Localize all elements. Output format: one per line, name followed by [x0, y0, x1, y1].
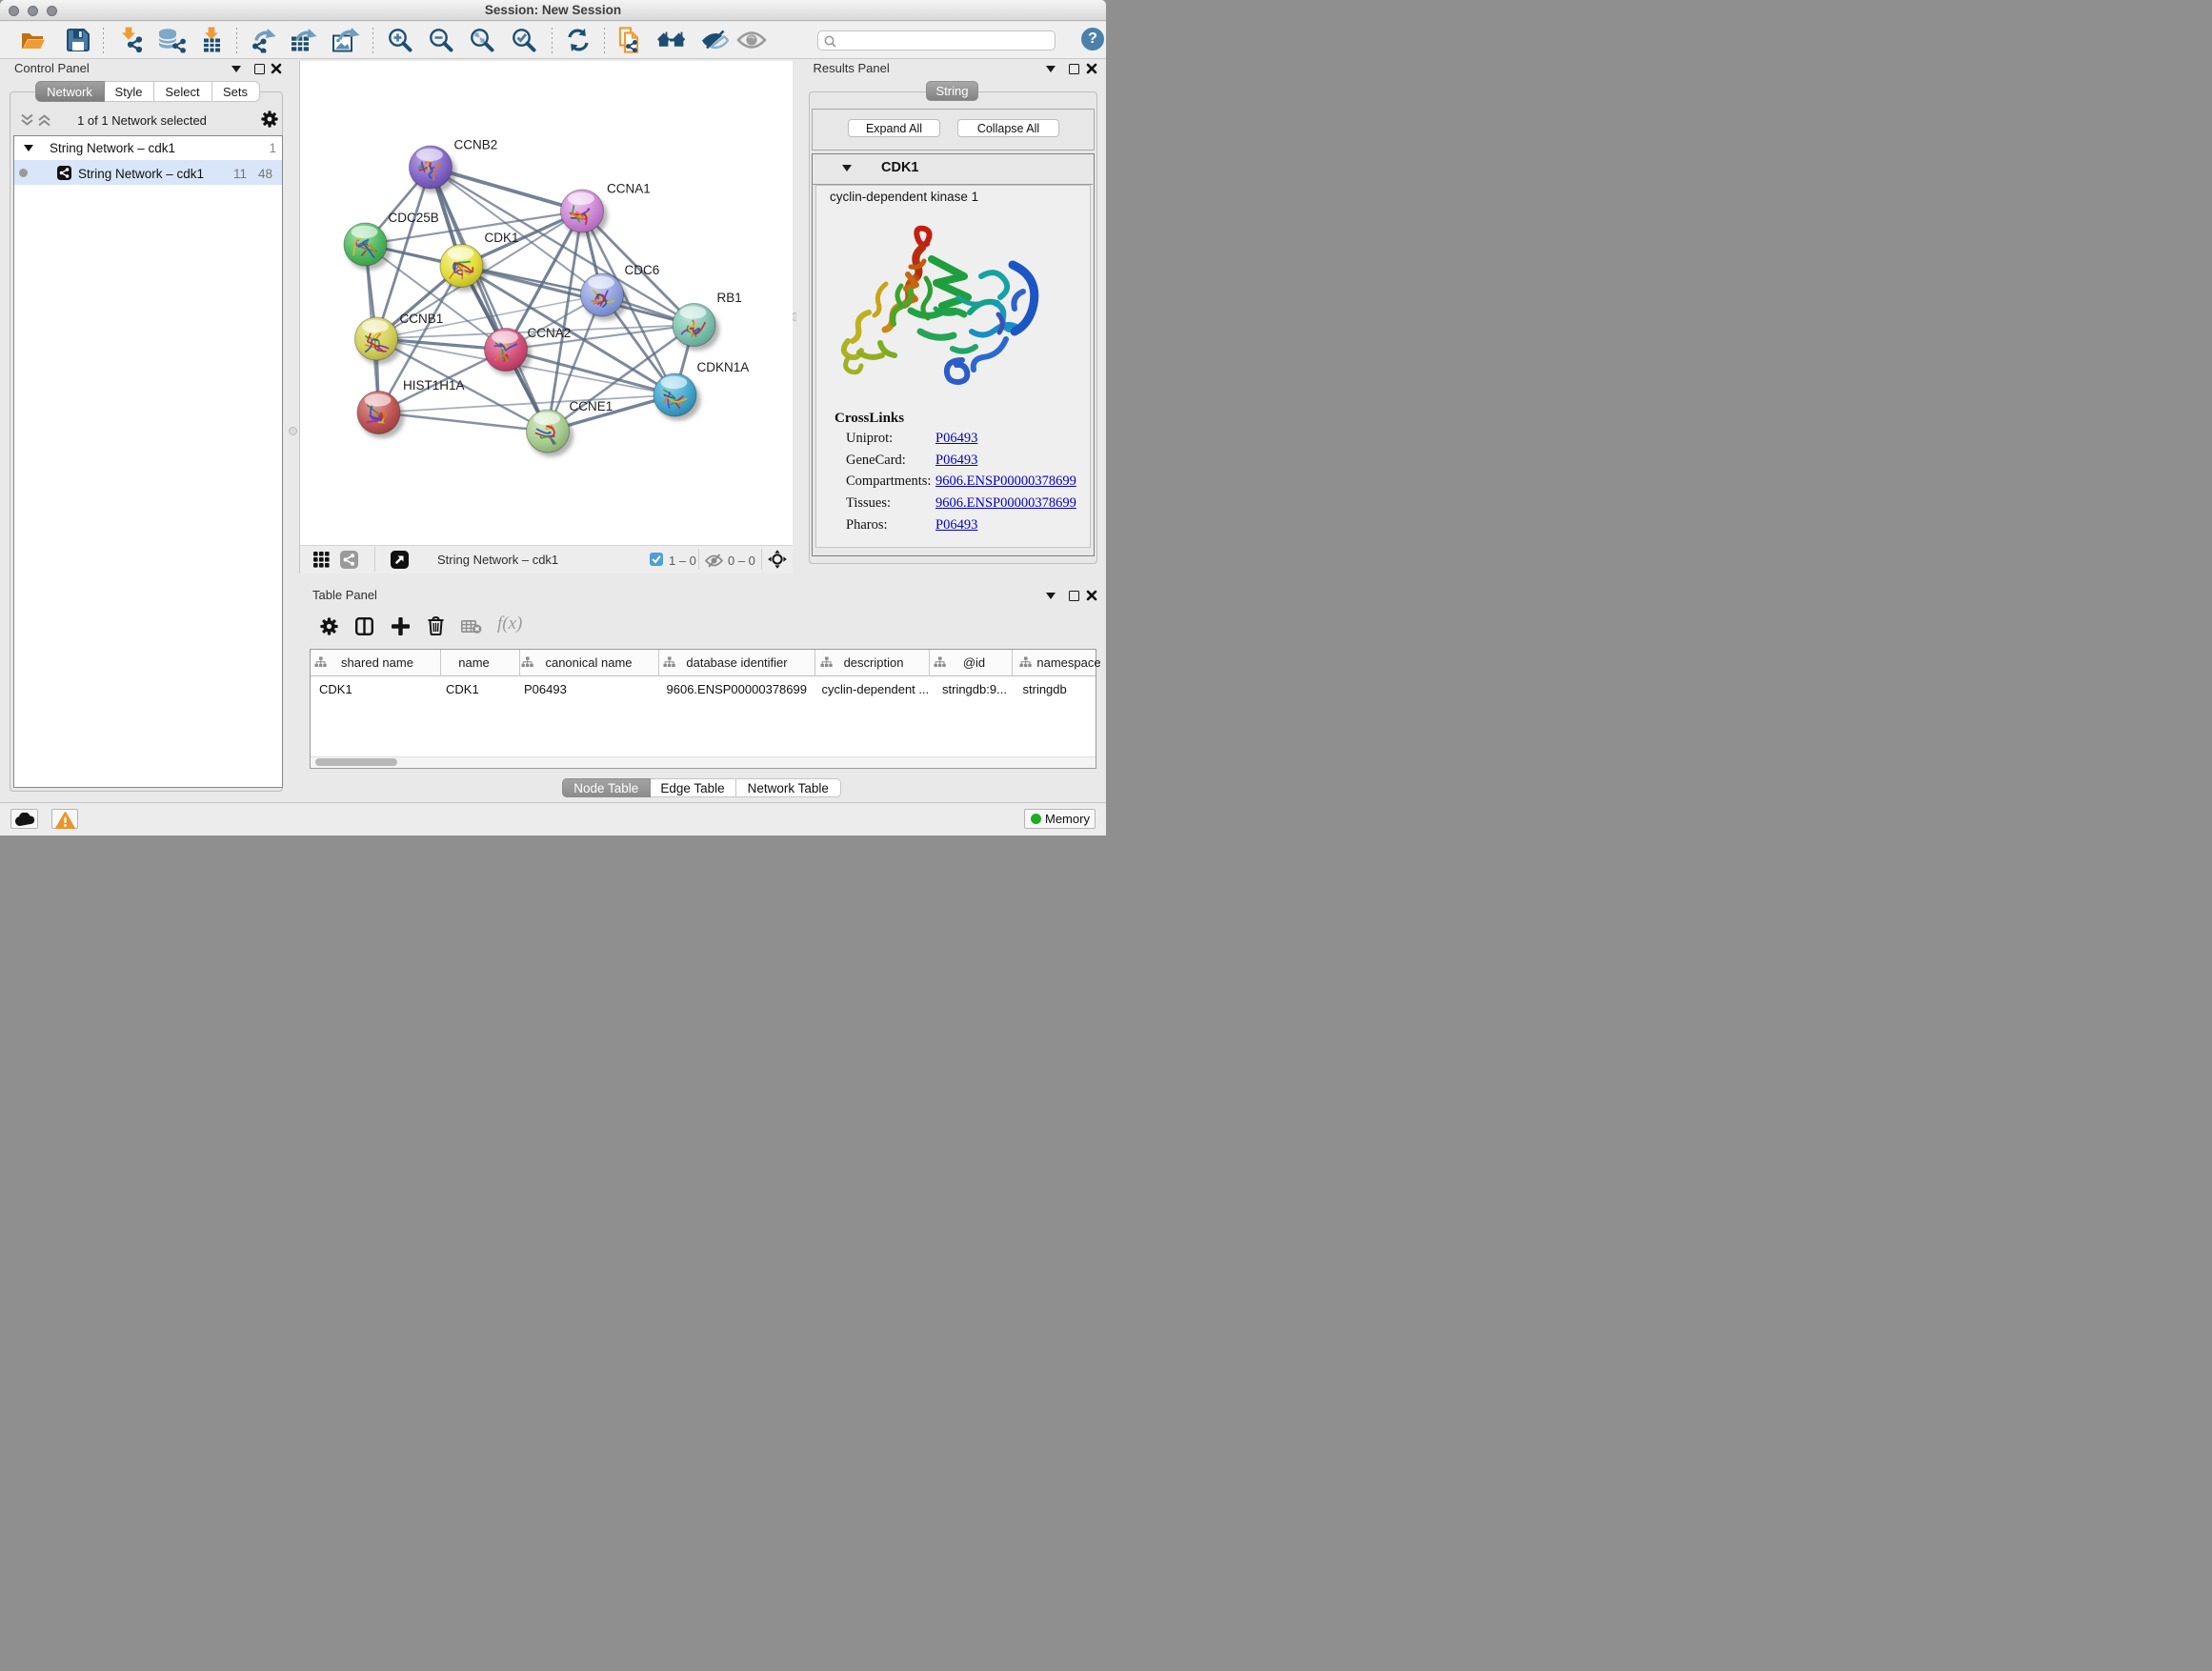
svg-text:CDKN1A: CDKN1A — [696, 360, 749, 374]
svg-text:CCNE1: CCNE1 — [569, 399, 613, 413]
svg-text:CDK1: CDK1 — [484, 231, 518, 245]
svg-text:CCNB1: CCNB1 — [399, 312, 443, 326]
svg-text:CDC25B: CDC25B — [388, 211, 438, 225]
svg-text:CCNA2: CCNA2 — [527, 326, 571, 340]
svg-text:CCNB2: CCNB2 — [453, 137, 497, 151]
svg-text:CDC6: CDC6 — [624, 263, 659, 277]
svg-text:CCNA1: CCNA1 — [607, 181, 651, 195]
svg-text:HIST1H1A: HIST1H1A — [403, 378, 465, 393]
svg-text:RB1: RB1 — [716, 291, 741, 305]
